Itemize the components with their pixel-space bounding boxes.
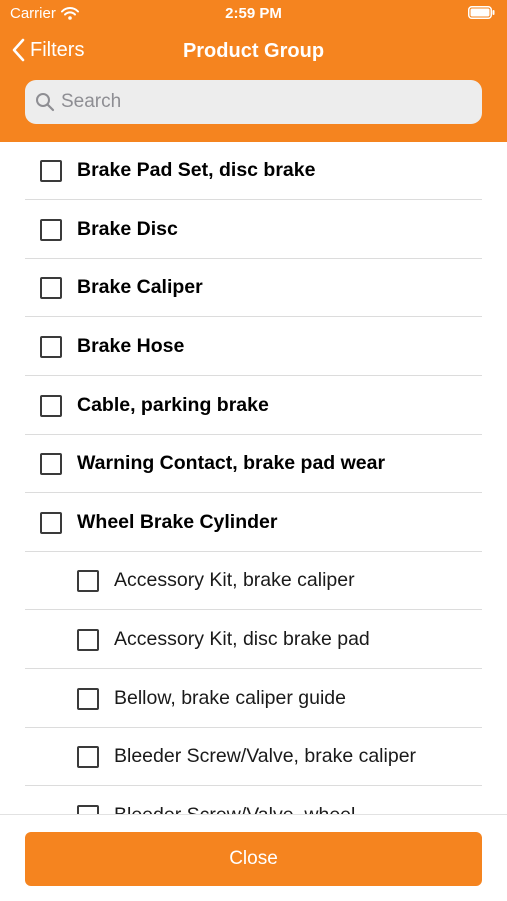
status-time: 2:59 PM	[225, 5, 282, 22]
list-item-label: Brake Caliper	[77, 276, 203, 298]
list-item[interactable]: Bellow, brake caliper guide	[25, 670, 482, 728]
list-item-label: Wheel Brake Cylinder	[77, 511, 278, 533]
list-item-label: Accessory Kit, brake caliper	[114, 569, 355, 591]
checkbox[interactable]	[40, 452, 62, 475]
list-item-label: Brake Disc	[77, 218, 178, 240]
list-item-label: Accessory Kit, disc brake pad	[114, 628, 370, 650]
list-item[interactable]: Cable, parking brake	[25, 377, 482, 435]
list-item[interactable]: Brake Pad Set, disc brake	[25, 142, 482, 200]
list-item-label: Cable, parking brake	[77, 394, 269, 416]
checkbox[interactable]	[77, 745, 99, 768]
chevron-left-icon	[12, 38, 25, 62]
list-item[interactable]: Warning Contact, brake pad wear	[25, 435, 482, 493]
search-bar[interactable]	[25, 80, 482, 124]
checkbox[interactable]	[40, 335, 62, 358]
checkbox[interactable]	[77, 804, 99, 814]
list-item[interactable]: Accessory Kit, brake caliper	[25, 552, 482, 610]
close-button[interactable]: Close	[25, 832, 482, 886]
list-item[interactable]: Bleeder Screw/Valve, wheel	[25, 787, 482, 814]
list-item-label: Bleeder Screw/Valve, wheel	[114, 804, 355, 814]
checkbox[interactable]	[40, 159, 62, 182]
navigation-bar: Filters Product Group	[0, 30, 507, 76]
checkbox[interactable]	[77, 569, 99, 592]
checkbox[interactable]	[40, 276, 62, 299]
list-item[interactable]: Brake Hose	[25, 318, 482, 376]
list-item-label: Warning Contact, brake pad wear	[77, 452, 386, 474]
list-item-label: Brake Pad Set, disc brake	[77, 159, 316, 181]
list-item-label: Bleeder Screw/Valve, brake caliper	[114, 745, 417, 767]
list-item-label: Bellow, brake caliper guide	[114, 687, 346, 709]
list-item-label: Brake Hose	[77, 335, 185, 357]
battery-icon	[468, 6, 495, 19]
list-item[interactable]: Accessory Kit, disc brake pad	[25, 611, 482, 669]
list-item[interactable]: Brake Disc	[25, 201, 482, 259]
product-group-list: Brake Pad Set, disc brake Brake Disc Bra…	[0, 142, 507, 814]
search-input[interactable]	[61, 91, 461, 113]
checkbox[interactable]	[77, 687, 99, 710]
back-button[interactable]: Filters	[12, 38, 84, 62]
checkbox[interactable]	[40, 218, 62, 241]
status-bar: Carrier 2:59 PM	[0, 0, 507, 28]
list-item[interactable]: Bleeder Screw/Valve, brake caliper	[25, 728, 482, 786]
footer-bar: Close	[0, 814, 507, 901]
checkbox[interactable]	[40, 511, 62, 534]
back-button-label: Filters	[30, 38, 85, 61]
list-item[interactable]: Wheel Brake Cylinder	[25, 494, 482, 552]
checkbox[interactable]	[40, 394, 62, 417]
search-icon	[36, 93, 55, 112]
orange-header: Carrier 2:59 PM Filters Product Group	[0, 0, 507, 142]
list-item[interactable]: Brake Caliper	[25, 259, 482, 317]
checkbox[interactable]	[77, 628, 99, 651]
